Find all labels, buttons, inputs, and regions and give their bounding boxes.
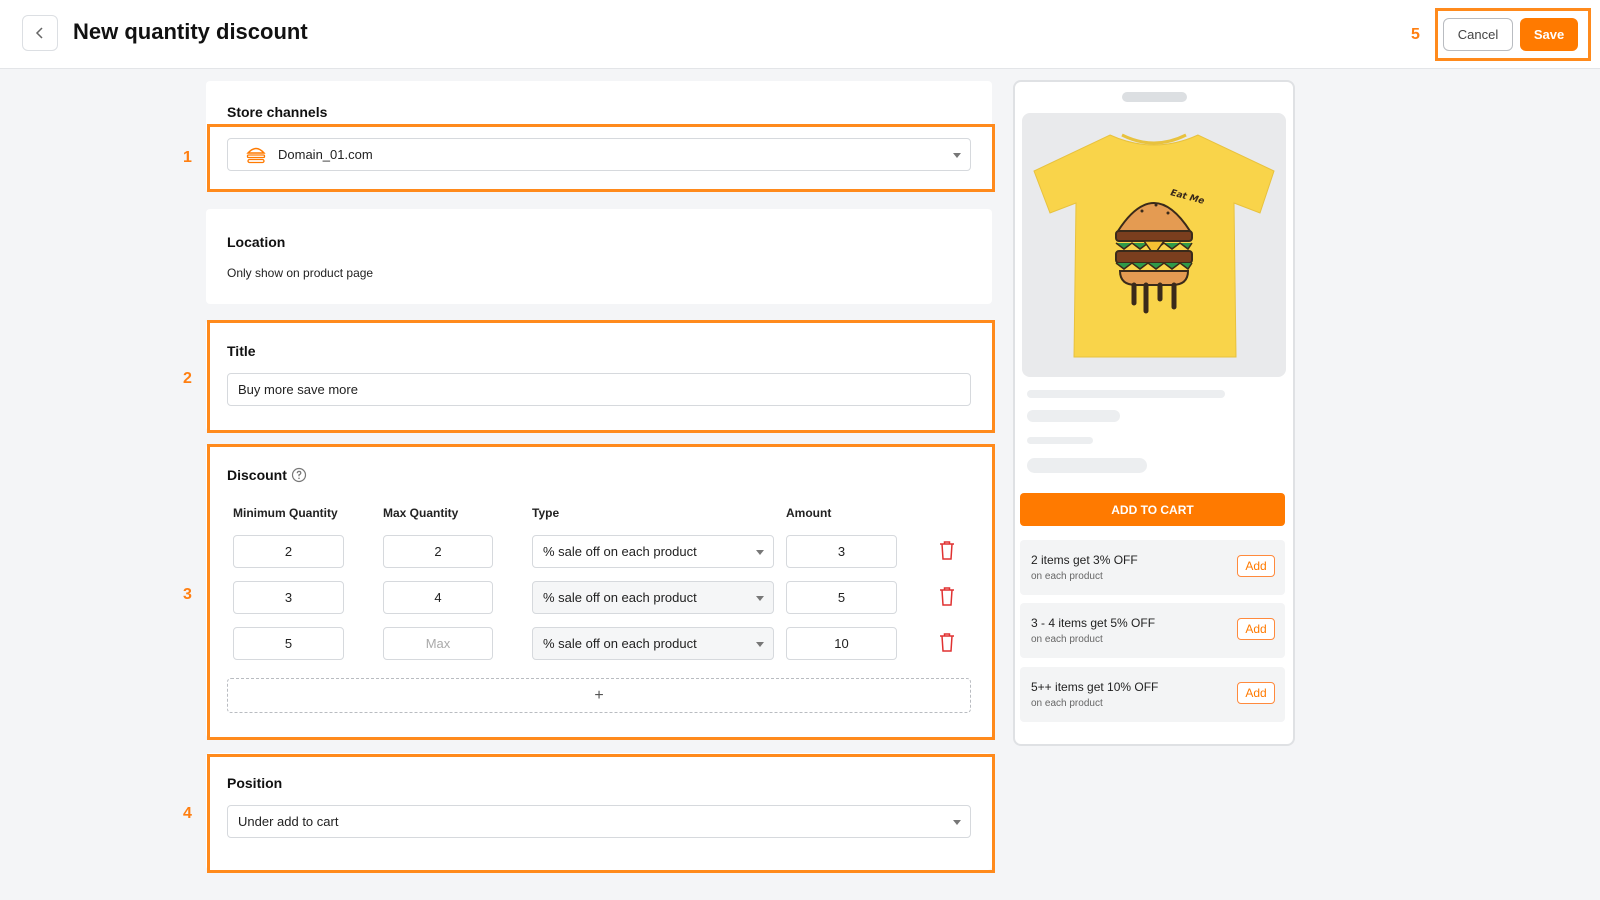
amount-input[interactable]: 10 (786, 627, 897, 660)
back-button[interactable] (22, 15, 58, 51)
location-label: Location (227, 234, 286, 250)
top-bar: New quantity discount Cancel Save (0, 0, 1600, 69)
column-header-max-quantity: Max Quantity (383, 506, 459, 520)
max-quantity-input[interactable]: 4 (383, 581, 493, 614)
offer-subtitle: on each product (1031, 698, 1103, 709)
min-quantity-input[interactable]: 2 (233, 535, 344, 568)
discount-type-value: % sale off on each product (543, 636, 697, 651)
chevron-down-icon (756, 596, 764, 601)
store-channel-select[interactable]: Domain_01.com (227, 138, 971, 171)
burger-icon (246, 147, 266, 163)
store-channels-label: Store channels (227, 104, 328, 120)
trash-icon[interactable] (939, 632, 955, 652)
chevron-down-icon (953, 153, 961, 158)
position-value: Under add to cart (238, 814, 339, 829)
amount-input[interactable]: 3 (786, 535, 897, 568)
offer-item: 3 - 4 items get 5% OFF on each product A… (1020, 603, 1285, 658)
placeholder-line (1027, 458, 1147, 473)
annotation-number: 4 (183, 805, 192, 822)
trash-icon[interactable] (939, 540, 955, 560)
max-quantity-input[interactable]: Max (383, 627, 493, 660)
discount-type-select[interactable]: % sale off on each product (532, 535, 774, 568)
min-quantity-input[interactable]: 5 (233, 627, 344, 660)
trash-icon[interactable] (939, 586, 955, 606)
offer-subtitle: on each product (1031, 634, 1103, 645)
max-quantity-input[interactable]: 2 (383, 535, 493, 568)
cancel-button[interactable]: Cancel (1443, 18, 1513, 51)
amount-input[interactable]: 5 (786, 581, 897, 614)
store-channels-card (206, 81, 992, 192)
add-to-cart-button[interactable]: ADD TO CART (1020, 493, 1285, 526)
discount-type-value: % sale off on each product (543, 544, 697, 559)
discount-header: Discount (227, 467, 307, 483)
location-value: Only show on product page (227, 266, 374, 280)
placeholder-line (1027, 410, 1120, 422)
page-title: New quantity discount (73, 19, 308, 44)
position-label: Position (227, 775, 283, 791)
offer-title: 5++ items get 10% OFF (1031, 680, 1159, 694)
column-header-type: Type (532, 506, 560, 520)
discount-label: Discount (227, 467, 287, 483)
min-quantity-input[interactable]: 3 (233, 581, 344, 614)
placeholder-line (1027, 390, 1225, 398)
offer-add-button[interactable]: Add (1237, 682, 1275, 704)
offer-add-button[interactable]: Add (1237, 555, 1275, 577)
title-input[interactable]: Buy more save more (227, 373, 971, 406)
chevron-left-icon (35, 27, 43, 39)
annotation-number: 2 (183, 370, 192, 387)
title-label: Title (227, 343, 256, 359)
offer-add-button[interactable]: Add (1237, 618, 1275, 640)
discount-type-select[interactable]: % sale off on each product (532, 627, 774, 660)
annotation-number: 3 (183, 586, 192, 603)
location-card (206, 209, 992, 304)
offer-item: 2 items get 3% OFF on each product Add (1020, 540, 1285, 595)
offer-title: 3 - 4 items get 5% OFF (1031, 616, 1156, 630)
placeholder-line (1027, 437, 1093, 444)
position-select[interactable]: Under add to cart (227, 805, 971, 838)
help-icon[interactable] (291, 467, 307, 483)
column-header-amount: Amount (786, 506, 832, 520)
chevron-down-icon (953, 820, 961, 825)
annotation-number: 1 (183, 149, 192, 166)
offer-subtitle: on each product (1031, 571, 1103, 582)
chevron-down-icon (756, 642, 764, 647)
save-button[interactable]: Save (1520, 18, 1578, 51)
annotation-number: 5 (1411, 26, 1420, 43)
store-channel-value: Domain_01.com (278, 147, 373, 162)
column-header-min-quantity: Minimum Quantity (233, 506, 338, 520)
device-notch (1122, 92, 1187, 102)
discount-type-value: % sale off on each product (543, 590, 697, 605)
offer-title: 2 items get 3% OFF (1031, 553, 1138, 567)
add-discount-row-button[interactable]: + (227, 678, 971, 713)
discount-type-select[interactable]: % sale off on each product (532, 581, 774, 614)
offer-item: 5++ items get 10% OFF on each product Ad… (1020, 667, 1285, 722)
t-shirt-image: Eat Me (1033, 133, 1275, 358)
chevron-down-icon (756, 550, 764, 555)
product-image: Eat Me (1022, 113, 1286, 377)
